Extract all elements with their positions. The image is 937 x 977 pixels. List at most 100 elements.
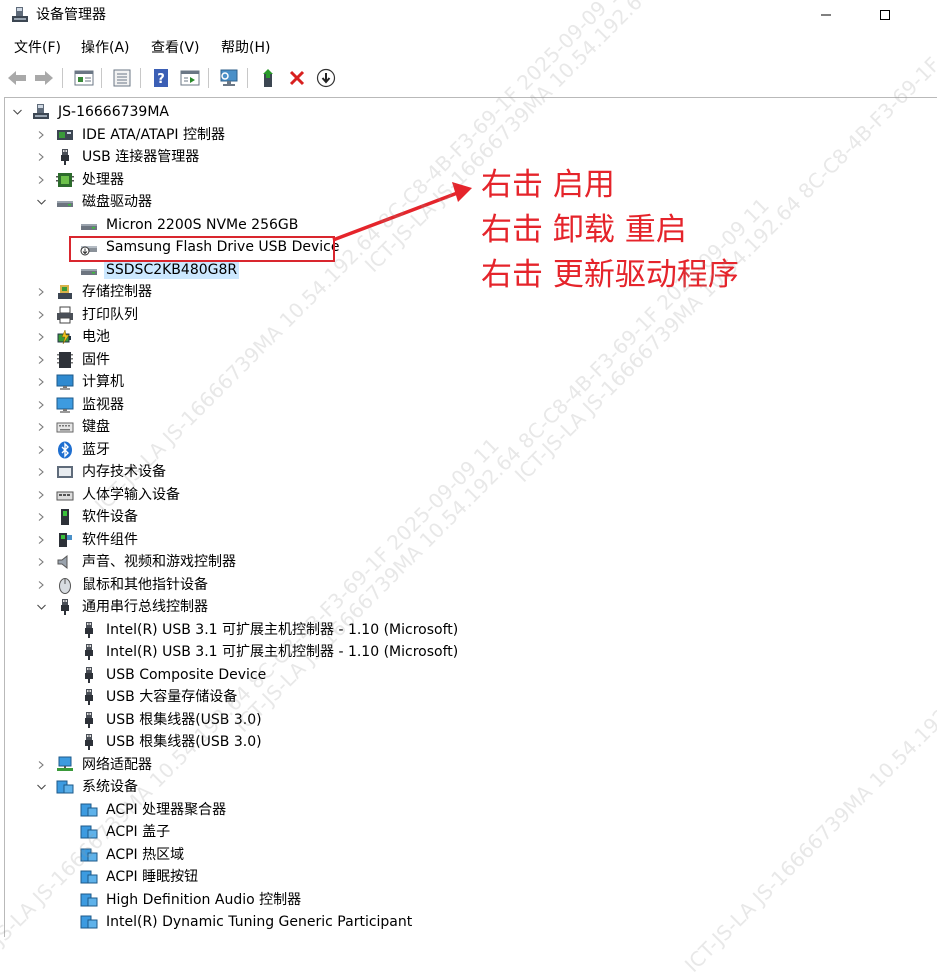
expand-toggle[interactable]: [36, 445, 46, 455]
menu-view[interactable]: 查看(V): [151, 38, 200, 58]
svg-text:?: ?: [157, 72, 165, 87]
tree-device[interactable]: Intel(R) Dynamic Tuning Generic Particip…: [80, 911, 414, 933]
tree-device[interactable]: USB Composite Device: [80, 664, 268, 686]
system-device-icon: [80, 846, 98, 864]
tree-category[interactable]: 鼠标和其他指针设备: [56, 574, 210, 596]
usb-plug-icon: [80, 666, 98, 684]
expand-toggle[interactable]: [36, 175, 46, 185]
tree-category[interactable]: 人体学输入设备: [56, 484, 182, 506]
add-driver-button[interactable]: [257, 66, 281, 90]
usb-plug-icon: [80, 711, 98, 729]
tree-category[interactable]: 存储控制器: [56, 281, 154, 303]
monitor-icon: [56, 396, 74, 414]
tree-category[interactable]: 计算机: [56, 371, 126, 393]
collapse-toggle[interactable]: [12, 107, 22, 117]
expand-toggle[interactable]: [36, 377, 46, 387]
tree-item-label: 软件组件: [82, 531, 138, 548]
tree-category[interactable]: 磁盘驱动器: [56, 191, 154, 213]
minimize-button[interactable]: [803, 0, 849, 30]
hid-icon: [56, 486, 74, 504]
expand-toggle[interactable]: [36, 490, 46, 500]
disable-device-button[interactable]: [314, 66, 338, 90]
forward-button[interactable]: [32, 66, 56, 90]
tree-device[interactable]: USB 大容量存储设备: [80, 686, 239, 708]
tree-category[interactable]: 内存技术设备: [56, 461, 168, 483]
forward-icon: [35, 71, 53, 85]
expand-toggle[interactable]: [36, 535, 46, 545]
scan-hardware-icon: [220, 69, 238, 86]
menu-action[interactable]: 操作(A): [81, 38, 130, 58]
tree-item-label: 内存技术设备: [82, 464, 166, 480]
device-manager-icon: [11, 6, 29, 24]
expand-toggle[interactable]: [36, 512, 46, 522]
tree-category[interactable]: 打印队列: [56, 304, 140, 326]
expand-toggle[interactable]: [36, 760, 46, 770]
expand-toggle[interactable]: [36, 332, 46, 342]
expand-toggle[interactable]: [36, 310, 46, 320]
tree-item-label: USB Composite Device: [106, 666, 267, 683]
tree-device[interactable]: ACPI 盖子: [80, 821, 172, 843]
properties-button[interactable]: [72, 66, 96, 90]
run-button[interactable]: [178, 66, 202, 90]
system-device-icon: [80, 891, 98, 909]
tree-category[interactable]: 软件设备: [56, 506, 140, 528]
expand-toggle[interactable]: [36, 130, 46, 140]
collapse-toggle[interactable]: [36, 197, 46, 207]
tree-item-label: 网络适配器: [82, 756, 152, 773]
back-button[interactable]: [5, 66, 29, 90]
printer-icon: [56, 306, 74, 324]
tree-category[interactable]: 处理器: [56, 169, 126, 191]
tree-item-label: Intel(R) USB 3.1 可扩展主机控制器 - 1.10 (Micros…: [106, 644, 459, 660]
tree-category[interactable]: 系统设备: [56, 776, 140, 798]
disk-drive-icon: [80, 216, 98, 234]
add-driver-icon: [263, 69, 273, 87]
tree-item-label: USB 连接器管理器: [82, 149, 200, 165]
tree-category[interactable]: 通用串行总线控制器: [56, 596, 210, 618]
download-icon: [316, 68, 336, 88]
tree-device[interactable]: ACPI 睡眠按钮: [80, 866, 200, 888]
tree-device[interactable]: ACPI 热区域: [80, 844, 186, 866]
menu-file[interactable]: 文件(F): [14, 38, 61, 58]
collapse-toggle[interactable]: [36, 602, 46, 612]
tree-category[interactable]: 监视器: [56, 394, 126, 416]
window-title: 设备管理器: [36, 7, 106, 23]
help-button[interactable]: ?: [149, 66, 173, 90]
uninstall-device-button[interactable]: [285, 66, 309, 90]
tree-category[interactable]: 电池: [56, 326, 112, 348]
expand-toggle[interactable]: [36, 467, 46, 477]
tree-device[interactable]: Micron 2200S NVMe 256GB: [80, 214, 300, 236]
tree-device[interactable]: Intel(R) USB 3.1 可扩展主机控制器 - 1.10 (Micros…: [80, 619, 460, 641]
computer-root-icon: [32, 103, 50, 121]
tree-category[interactable]: 声音、视频和游戏控制器: [56, 551, 238, 573]
expand-toggle[interactable]: [36, 557, 46, 567]
tree-category[interactable]: IDE ATA/ATAPI 控制器: [56, 124, 227, 146]
collapse-toggle[interactable]: [36, 782, 46, 792]
tree-category[interactable]: 网络适配器: [56, 754, 154, 776]
expand-toggle[interactable]: [36, 400, 46, 410]
expand-toggle[interactable]: [36, 287, 46, 297]
tree-device[interactable]: ACPI 处理器聚合器: [80, 799, 228, 821]
tree-category[interactable]: 软件组件: [56, 529, 140, 551]
expand-toggle[interactable]: [36, 152, 46, 162]
tree-device[interactable]: USB 根集线器(USB 3.0): [80, 709, 264, 731]
tree-device[interactable]: Intel(R) USB 3.1 可扩展主机控制器 - 1.10 (Micros…: [80, 641, 460, 663]
back-icon: [8, 71, 26, 85]
tree-root-computer[interactable]: JS-16666739MA: [32, 101, 171, 123]
expand-toggle[interactable]: [36, 355, 46, 365]
tree-device[interactable]: High Definition Audio 控制器: [80, 889, 303, 911]
menu-help[interactable]: 帮助(H): [221, 38, 270, 58]
tree-category[interactable]: 蓝牙: [56, 439, 112, 461]
tree-category[interactable]: 固件: [56, 349, 112, 371]
tree-device[interactable]: USB 根集线器(USB 3.0): [80, 731, 264, 753]
scan-hardware-button[interactable]: [217, 66, 241, 90]
expand-toggle[interactable]: [36, 422, 46, 432]
maximize-button[interactable]: [862, 0, 908, 30]
tree-item-label: 声音、视频和游戏控制器: [82, 554, 236, 570]
tree-category[interactable]: USB 连接器管理器: [56, 146, 201, 168]
tree-category[interactable]: 键盘: [56, 416, 112, 438]
tree-item-label: USB 根集线器(USB 3.0): [106, 711, 262, 728]
expand-toggle[interactable]: [36, 580, 46, 590]
usb-plug-icon: [80, 733, 98, 751]
list-view-button[interactable]: [110, 66, 134, 90]
tree-item-label: 计算机: [82, 374, 124, 390]
